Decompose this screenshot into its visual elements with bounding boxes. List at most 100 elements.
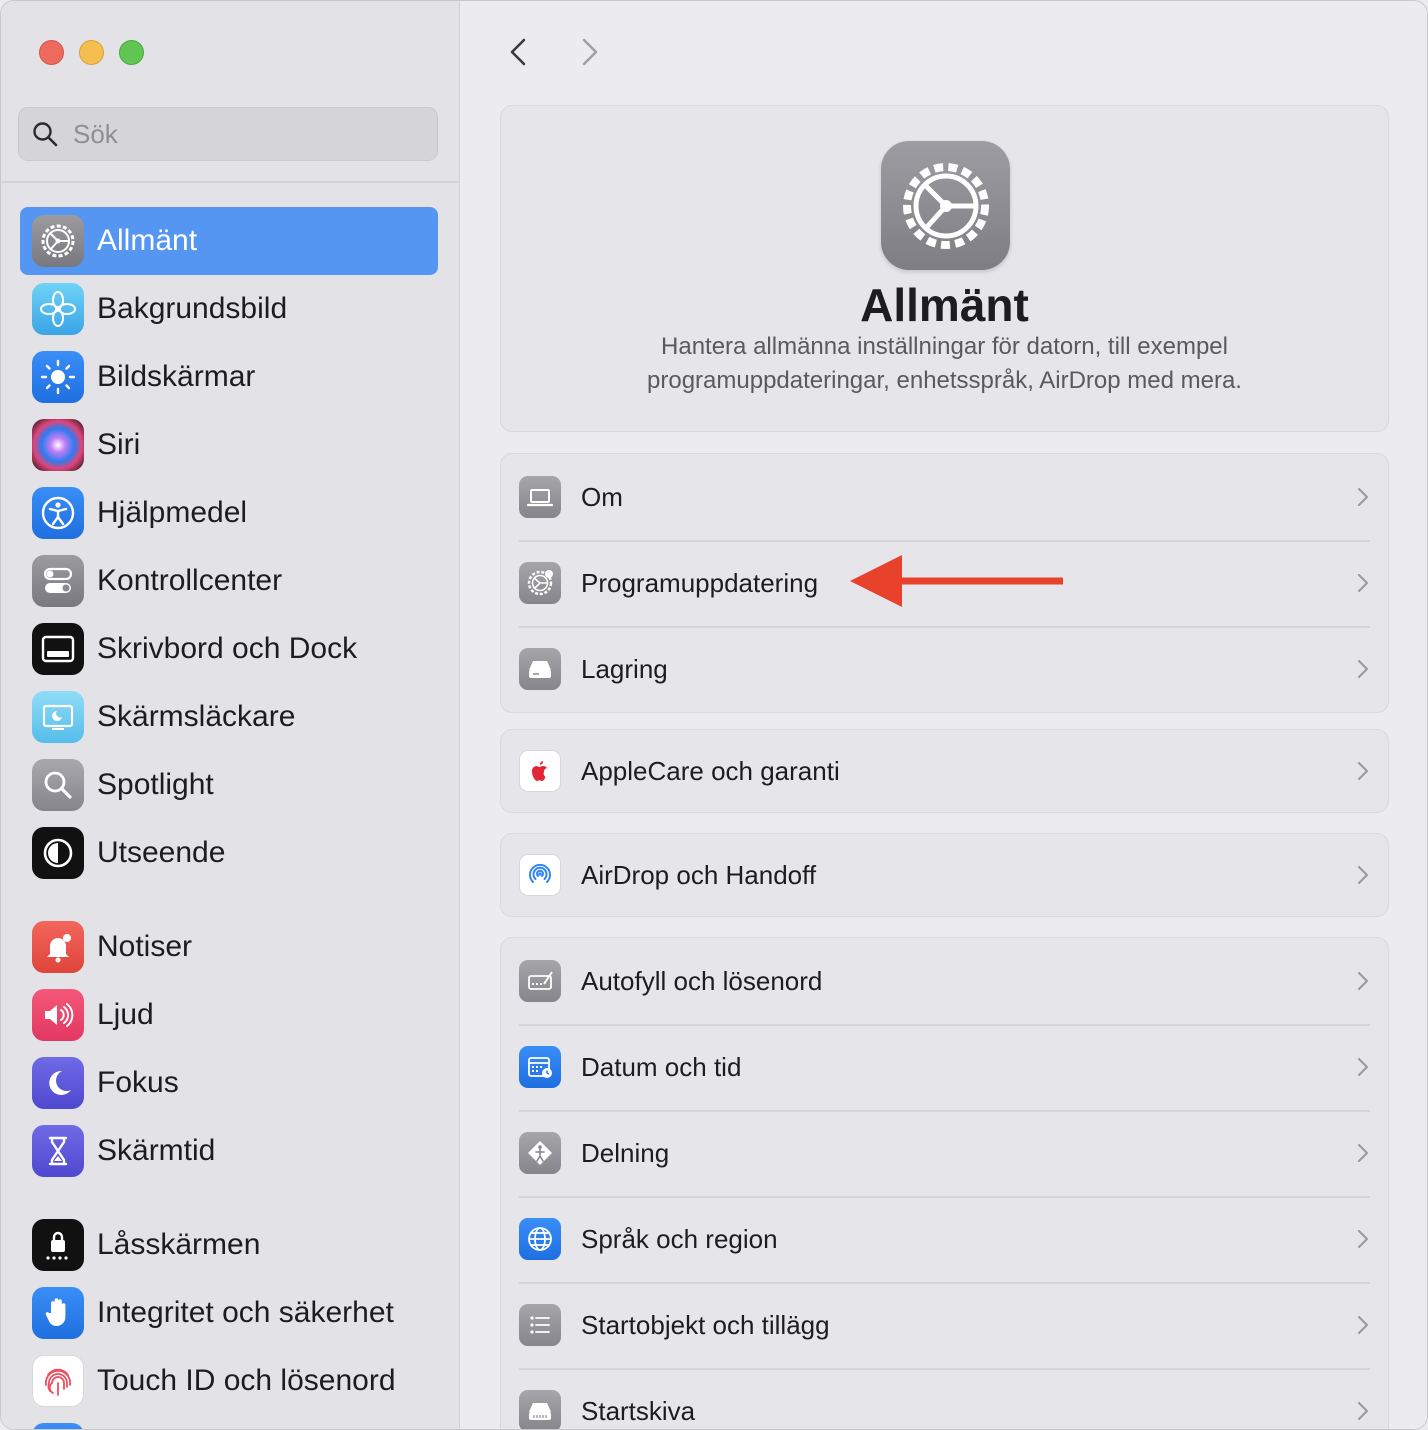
- sidebar-item-bakgrundsbild[interactable]: Bakgrundsbild: [20, 275, 438, 343]
- chevron-right-icon: [1357, 1401, 1369, 1421]
- airdrop-icon: [519, 854, 561, 896]
- chevron-right-icon: [1357, 971, 1369, 991]
- traffic-lights: [39, 40, 144, 65]
- sidebar-item-label: Siri: [97, 428, 141, 461]
- annotation-arrow-icon: [850, 555, 1063, 607]
- laptop-icon: [519, 476, 561, 518]
- sidebar-item-skarmslackare[interactable]: Skärmsläckare: [20, 683, 438, 751]
- chevron-right-icon: [1357, 761, 1369, 781]
- speaker-icon: [32, 989, 84, 1041]
- main-pane: Allmänt Hantera allmänna inställningar f…: [460, 1, 1427, 1429]
- row-sprak-och-region[interactable]: Språk och region: [501, 1196, 1388, 1282]
- chevron-right-icon: [1357, 1057, 1369, 1077]
- row-lagring[interactable]: Lagring: [501, 626, 1388, 712]
- chevron-right-icon: [1357, 1315, 1369, 1335]
- row-label: AppleCare och garanti: [581, 755, 840, 786]
- chevron-right-icon: [1357, 865, 1369, 885]
- sidebar-item-ljud[interactable]: Ljud: [20, 981, 438, 1049]
- row-datum-och-tid[interactable]: Datum och tid: [501, 1024, 1388, 1110]
- settings-window: Allmänt Bakgrundsbild Bildskärmar Siri: [0, 0, 1428, 1430]
- fingerprint-icon: [32, 1355, 84, 1407]
- sidebar-item-label: Kontrollcenter: [97, 564, 283, 597]
- row-startskiva[interactable]: Startskiva: [501, 1368, 1388, 1429]
- toggles-icon: [32, 555, 84, 607]
- sidebar-item-label: Bildskärmar: [97, 360, 256, 393]
- list-icon: [519, 1304, 561, 1346]
- row-airdrop-och-handoff[interactable]: AirDrop och Handoff: [501, 834, 1388, 916]
- sidebar-item-skarmtid[interactable]: Skärmtid: [20, 1117, 438, 1185]
- users-icon: [32, 1423, 84, 1429]
- sidebar-item-spotlight[interactable]: Spotlight: [20, 751, 438, 819]
- row-applecare-och-garanti[interactable]: AppleCare och garanti: [501, 730, 1388, 812]
- chevron-right-icon: [1357, 487, 1369, 507]
- sidebar-item-label: Skärmsläckare: [97, 700, 296, 733]
- sidebar-item-fokus[interactable]: Fokus: [20, 1049, 438, 1117]
- settings-group: AppleCare och garanti: [500, 729, 1389, 813]
- sun-icon: [32, 351, 84, 403]
- screensaver-icon: [32, 691, 84, 743]
- sidebar-item-touch-id-och-losenord[interactable]: Touch ID och lösenord: [20, 1347, 438, 1415]
- row-label: AirDrop och Handoff: [581, 859, 817, 890]
- sidebar-item-label: Allmänt: [97, 224, 198, 257]
- sidebar-item-label: Bakgrundsbild: [97, 292, 288, 325]
- page-title: Allmänt: [860, 279, 1029, 331]
- sidebar-item-label: Notiser: [97, 930, 193, 963]
- row-label: Språk och region: [581, 1223, 778, 1254]
- sidebar: Allmänt Bakgrundsbild Bildskärmar Siri: [1, 1, 460, 1429]
- drive-icon: [519, 648, 561, 690]
- chevron-right-icon[interactable]: [572, 35, 606, 69]
- search-field[interactable]: [18, 107, 438, 161]
- sidebar-item-label: Touch ID och lösenord: [97, 1364, 396, 1397]
- sidebar-item-utseende[interactable]: Utseende: [20, 819, 438, 887]
- search-input[interactable]: [71, 117, 415, 151]
- row-label: Startskiva: [581, 1395, 696, 1426]
- row-om[interactable]: Om: [501, 454, 1388, 540]
- sidebar-item-label: Integritet och säkerhet: [97, 1296, 394, 1329]
- moon-icon: [32, 1057, 84, 1109]
- sidebar-item-lasskarmen[interactable]: Låsskärmen: [20, 1211, 438, 1279]
- sidebar-item-integritet-och-sakerhet[interactable]: Integritet och säkerhet: [20, 1279, 438, 1347]
- gear-badge-icon: [519, 562, 561, 604]
- globe-icon: [519, 1218, 561, 1260]
- close-button[interactable]: [39, 40, 64, 65]
- calendar-clock-icon: [519, 1046, 561, 1088]
- sidebar-divider: [1, 181, 459, 183]
- sidebar-item-bildskarmar[interactable]: Bildskärmar: [20, 343, 438, 411]
- row-autofyll-och-losenord[interactable]: Autofyll och lösenord: [501, 938, 1388, 1024]
- sidebar-item-hjalpmedel[interactable]: Hjälpmedel: [20, 479, 438, 547]
- bell-icon: [32, 921, 84, 973]
- sidebar-item-notiser[interactable]: Notiser: [20, 913, 438, 981]
- sidebar-item-skrivbord-och-dock[interactable]: Skrivbord och Dock: [20, 615, 438, 683]
- chevron-right-icon: [1357, 573, 1369, 593]
- accessibility-icon: [32, 487, 84, 539]
- keyboard-pen-icon: [519, 960, 561, 1002]
- row-label: Datum och tid: [581, 1051, 742, 1082]
- search-icon: [33, 122, 58, 147]
- chevron-right-icon: [1357, 1143, 1369, 1163]
- row-label: Programuppdatering: [581, 567, 819, 598]
- gear-icon: [32, 215, 84, 267]
- minimize-button[interactable]: [79, 40, 104, 65]
- row-label: Startobjekt och tillägg: [581, 1309, 830, 1340]
- chevron-left-icon[interactable]: [502, 35, 536, 69]
- sidebar-item-label: Låsskärmen: [97, 1228, 261, 1261]
- sidebar-item-allmant[interactable]: Allmänt: [20, 207, 438, 275]
- settings-group: Autofyll och lösenord Datum och tid Deln…: [500, 937, 1389, 1429]
- sidebar-item-siri[interactable]: Siri: [20, 411, 438, 479]
- lock-icon: [32, 1219, 84, 1271]
- magnifier-icon: [32, 759, 84, 811]
- zoom-button[interactable]: [119, 40, 144, 65]
- sidebar-item-label: Ljud: [97, 998, 154, 1031]
- sidebar-item-label: Spotlight: [97, 768, 214, 801]
- apple-icon: [519, 750, 561, 792]
- row-delning[interactable]: Delning: [501, 1110, 1388, 1196]
- sidebar-item-partial[interactable]: [20, 1415, 438, 1429]
- sharing-icon: [519, 1132, 561, 1174]
- row-label: Lagring: [581, 653, 668, 684]
- appearance-icon: [32, 827, 84, 879]
- row-startobjekt-och-tillagg[interactable]: Startobjekt och tillägg: [501, 1282, 1388, 1368]
- dock-icon: [32, 623, 84, 675]
- sidebar-item-kontrollcenter[interactable]: Kontrollcenter: [20, 547, 438, 615]
- sidebar-item-label: Fokus: [97, 1066, 179, 1099]
- chevron-right-icon: [1357, 1229, 1369, 1249]
